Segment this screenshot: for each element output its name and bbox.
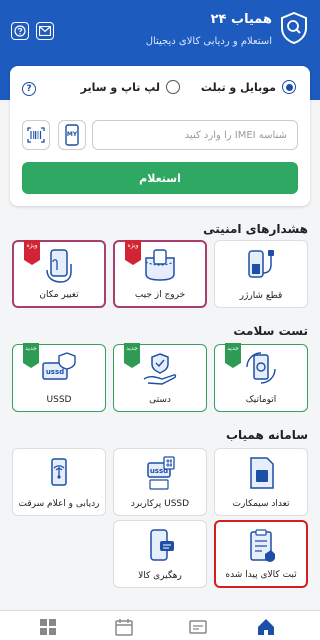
nav-calendar[interactable] — [114, 617, 134, 637]
tile-sim-label: تعداد سیمکارت — [232, 499, 290, 509]
help-button[interactable] — [11, 22, 29, 40]
phone-signal-icon — [51, 458, 67, 486]
app-subtitle: استعلام و ردیابی کالای دیجیتال — [145, 36, 272, 47]
new-badge: جدید — [23, 343, 39, 368]
new-badge: جدید — [124, 343, 140, 368]
clipboard-check-icon — [250, 529, 275, 562]
tile-tracking-label: رهگیری کالا — [138, 571, 182, 581]
tile-location-change[interactable]: ویژه تغییر مکان — [12, 240, 106, 308]
ussd-icon-text: ussd — [46, 368, 64, 376]
tile-pocket-exit[interactable]: ویژه خروج از جیب — [113, 240, 207, 308]
charger-icon — [248, 250, 274, 278]
inquiry-card: موبایل و تبلت لپ تاپ و سایر ? شناسه IMEI… — [10, 66, 310, 206]
app-title: همیاب ۲۴ — [210, 12, 272, 27]
tile-common-ussd[interactable]: ussd USSD پرکاربرد — [113, 448, 207, 516]
system-section-title: سامانه همیاب — [225, 428, 308, 442]
tile-item-tracking[interactable]: رهگیری کالا — [113, 520, 207, 588]
ussd-shield-icon: ussd — [42, 352, 76, 380]
barcode-scan-icon — [27, 127, 45, 143]
mail-button[interactable] — [36, 22, 54, 40]
auto-sync-phone-icon — [246, 352, 276, 384]
tile-register-found-item[interactable]: ثبت کالای پیدا شده — [214, 520, 308, 588]
inquiry-submit-button[interactable]: استعلام — [22, 162, 298, 194]
tile-location-label: تغییر مکان — [39, 290, 79, 300]
grid-icon — [40, 619, 56, 635]
tile-ussd-test[interactable]: جدید ussd USSD — [12, 343, 106, 412]
tile-manual-label: دستی — [149, 395, 171, 405]
tile-common-ussd-label: USSD پرکاربرد — [130, 499, 190, 509]
imei-placeholder: شناسه IMEI را وارد کنید — [184, 129, 287, 141]
sim-card-icon — [250, 457, 274, 489]
hand-phone-icon — [46, 249, 72, 283]
security-section-title: هشدارهای امنیتی — [203, 222, 308, 236]
radio-unselected-indicator — [166, 80, 180, 94]
tile-ussd-label: USSD — [46, 395, 72, 405]
calendar-icon — [115, 619, 133, 636]
my-button-text: MY — [67, 131, 78, 138]
bottom-navigation — [0, 610, 320, 640]
mail-icon — [39, 26, 51, 36]
nav-home[interactable] — [256, 617, 276, 637]
tile-sim-count[interactable]: تعداد سیمکارت — [214, 448, 308, 516]
ussd-hash-icon: ussd — [147, 456, 175, 490]
shield-logo-icon — [281, 12, 307, 44]
radio-mobile-tablet[interactable]: موبایل و تبلت — [201, 80, 296, 94]
hand-shield-icon — [143, 353, 177, 385]
new-badge: جدید — [225, 343, 241, 368]
tile-auto-test[interactable]: جدید اتوماتیک — [214, 343, 308, 412]
special-badge: ویژه — [24, 240, 40, 265]
my-device-button[interactable]: MY — [58, 120, 86, 150]
imei-input[interactable]: شناسه IMEI را وارد کنید — [92, 120, 298, 150]
card-help-icon[interactable]: ? — [22, 82, 36, 96]
submit-label: استعلام — [139, 171, 181, 185]
radio-laptop-other[interactable]: لپ تاپ و سایر — [81, 80, 180, 94]
health-section-title: تست سلامت — [233, 324, 308, 338]
phone-message-icon — [150, 529, 174, 561]
tile-found-item-label: ثبت کالای پیدا شده — [225, 570, 297, 580]
tile-track-label: ردیابی و اعلام سرقت — [18, 499, 100, 509]
radio-mobile-label: موبایل و تبلت — [200, 80, 276, 94]
tile-charger-disconnect[interactable]: قطع شارژر — [214, 240, 308, 308]
tile-manual-test[interactable]: جدید دستی — [113, 343, 207, 412]
tile-charger-label: قطع شارژر — [239, 291, 283, 301]
home-icon — [258, 619, 274, 635]
radio-selected-indicator — [282, 80, 296, 94]
question-icon — [14, 25, 26, 37]
radio-laptop-label: لپ تاپ و سایر — [80, 80, 160, 94]
tile-track-report-theft[interactable]: ردیابی و اعلام سرقت — [12, 448, 106, 516]
id-card-icon — [189, 620, 207, 634]
phone-my-icon: MY — [65, 124, 79, 146]
barcode-scan-button[interactable] — [22, 120, 50, 150]
pocket-icon — [145, 249, 175, 281]
tile-pocket-label: خروج از جیب — [134, 290, 186, 300]
nav-cards[interactable] — [188, 617, 208, 637]
nav-grid[interactable] — [38, 617, 58, 637]
special-badge: ویژه — [125, 240, 141, 265]
tile-auto-label: اتوماتیک — [245, 395, 277, 405]
